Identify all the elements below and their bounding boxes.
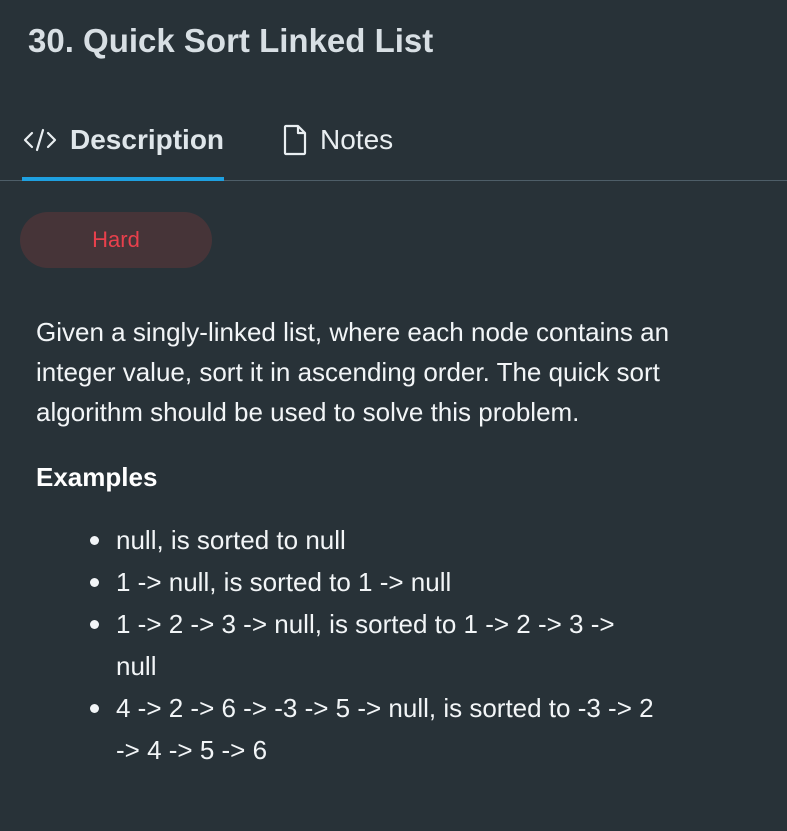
example-text: 1 -> null, is sorted to 1 -> null — [116, 567, 452, 597]
list-item: 4 -> 2 -> 6 -> -3 -> 5 -> null, is sorte… — [90, 687, 736, 771]
active-tab-indicator — [22, 177, 224, 181]
list-item: 1 -> null, is sorted to 1 -> null — [90, 561, 736, 603]
list-item: 1 -> 2 -> 3 -> null, is sorted to 1 -> 2… — [90, 603, 736, 687]
problem-description: Given a singly-linked list, where each n… — [36, 312, 736, 771]
difficulty-badge: Hard — [20, 212, 212, 268]
list-item: null, is sorted to null — [90, 519, 736, 561]
tab-notes[interactable]: Notes — [282, 100, 393, 180]
example-text: 1 -> 2 -> 3 -> null, is sorted to 1 -> 2… — [116, 609, 615, 681]
examples-heading: Examples — [36, 462, 158, 492]
bullet-icon — [90, 536, 99, 545]
tab-bar: Description Notes — [0, 100, 787, 181]
example-text: null, is sorted to null — [116, 525, 346, 555]
bullet-icon — [90, 704, 99, 713]
tab-notes-label: Notes — [320, 124, 394, 155]
bullet-icon — [90, 578, 99, 587]
description-text: Given a singly-linked list, where each n… — [36, 317, 670, 427]
bullet-icon — [90, 620, 99, 629]
example-text: 4 -> 2 -> 6 -> -3 -> 5 -> null, is sorte… — [116, 693, 654, 765]
tab-description[interactable]: Description — [22, 100, 224, 180]
tab-description-label: Description — [70, 124, 225, 155]
examples-list: null, is sorted to null 1 -> null, is so… — [36, 519, 736, 771]
page-title: 30. Quick Sort Linked List — [28, 22, 434, 59]
document-icon — [282, 124, 308, 156]
code-icon — [22, 126, 58, 154]
